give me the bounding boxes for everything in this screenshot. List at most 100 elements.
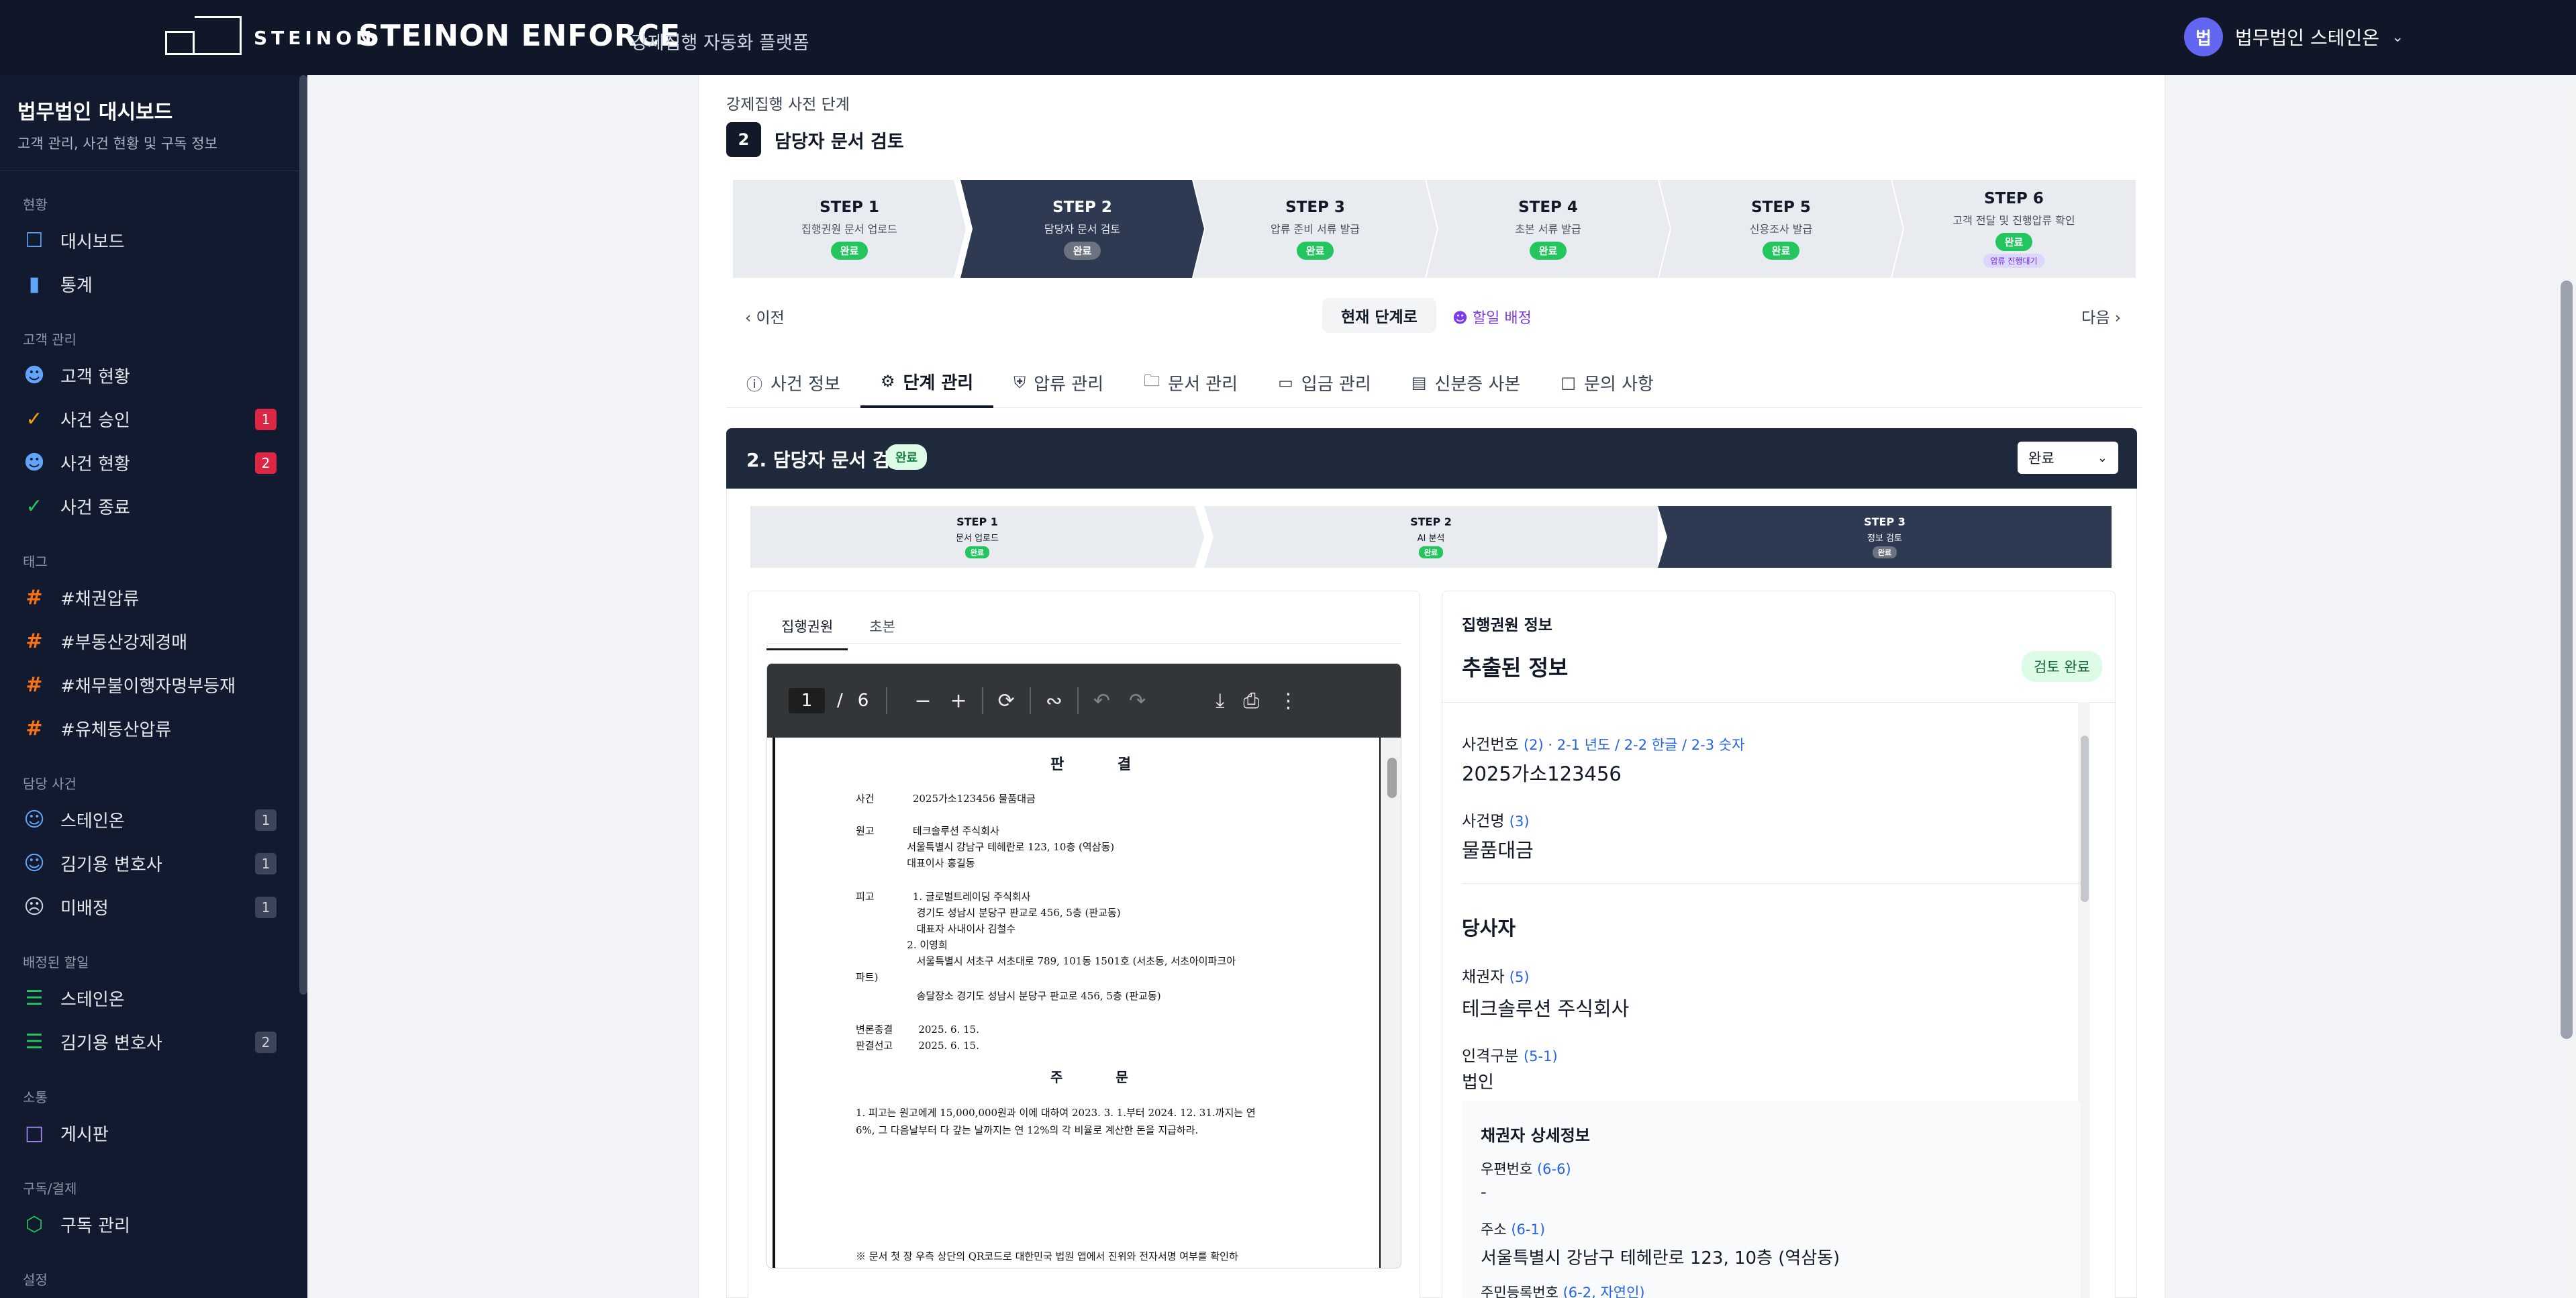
creditor-detail-title: 채권자 상세정보: [1481, 1126, 1590, 1145]
sidebar-item-label: 구독 관리: [60, 1216, 130, 1236]
sidebar-item[interactable]: ◉브랜딩: [0, 1294, 307, 1298]
users-icon: ☻: [1452, 310, 1473, 327]
sidebar-subtitle: 고객 관리, 사건 현황 및 구독 정보: [17, 136, 217, 152]
tab-gear[interactable]: ⚙ 단계 관리: [860, 357, 994, 408]
sidebar-item[interactable]: ⬡ 구독 관리: [0, 1203, 307, 1246]
substep-status-badge: 완료: [1418, 546, 1444, 558]
sidebar: 법무법인 대시보드 고객 관리, 사건 현황 및 구독 정보 현황 ☐ 대시보드 ▮ 통…: [0, 75, 307, 1298]
person-type-label: 인격구분 (5-1): [1462, 1048, 1558, 1065]
tab-label: 압류 관리: [1034, 374, 1104, 395]
current-step-button[interactable]: 현재 단계로: [1322, 298, 1436, 333]
sidebar-item[interactable]: ☰ 스테인온: [0, 977, 307, 1020]
tab-shield[interactable]: ⛨ 압류 관리: [993, 357, 1124, 408]
step-1[interactable]: STEP 1 집행권원 문서 업로드 완료: [733, 180, 966, 278]
tab-info[interactable]: ⓘ 사건 정보: [726, 357, 860, 408]
sidebar-item[interactable]: ☺ 스테인온 1: [0, 798, 307, 842]
redo-icon[interactable]: ↷: [1129, 689, 1146, 713]
review-done-badge: 검토 완료: [2022, 651, 2102, 682]
tab-message[interactable]: □ 문의 사항: [1540, 357, 1674, 408]
sidebar-item[interactable]: ☻ 사건 현황 2: [0, 441, 307, 485]
sidebar-item[interactable]: ☐ 대시보드: [0, 219, 307, 262]
pdf-scrollbar-track[interactable]: [1381, 738, 1401, 1268]
sidebar-item-label: 스테인온: [60, 990, 125, 1010]
pdf-page-total: 6: [857, 691, 869, 711]
sidebar-item[interactable]: ✓ 사건 승인 1: [0, 397, 307, 441]
chevron-left-icon: ‹: [745, 309, 756, 327]
toolbar-divider: [1077, 687, 1079, 714]
tab-file[interactable]: ▤ 신분증 사본: [1391, 357, 1541, 408]
prev-button[interactable]: ‹ 이전: [745, 305, 785, 328]
step-title: STEP 6: [1984, 190, 2044, 207]
zoom-out-icon[interactable]: −: [914, 689, 931, 713]
step-3[interactable]: STEP 3 압류 준비 서류 발급 완료: [1193, 180, 1437, 278]
info-title: 추출된 정보: [1462, 655, 1569, 681]
sidebar-item[interactable]: # #채무불이행자명부등재: [0, 663, 307, 707]
sidebar-item[interactable]: ☰ 김기용 변호사 2: [0, 1020, 307, 1064]
rotate-icon[interactable]: ⟳: [998, 689, 1015, 713]
sidebar-item-label: #채권압류: [60, 589, 140, 609]
case-no-value: 2025가소123456: [1462, 762, 1622, 785]
zoom-in-icon[interactable]: +: [950, 689, 967, 713]
folder-icon: 🗀: [1144, 370, 1160, 390]
person-type-value: 법인: [1462, 1072, 1494, 1093]
user-menu[interactable]: 법 법무법인 스테인온 ⌄: [2184, 17, 2404, 56]
step-6[interactable]: STEP 6 고객 전달 및 진행압류 확인 완료 압류 진행대기: [1892, 180, 2136, 278]
next-button[interactable]: 다음 ›: [2081, 305, 2121, 328]
assign-task-button[interactable]: ☻ 할일 배정: [1452, 306, 1532, 328]
hash-icon: #: [26, 673, 43, 697]
user-icon: ☺: [23, 852, 45, 875]
sidebar-section-label: 소통: [23, 1089, 48, 1105]
substep-2[interactable]: STEP 2 AI 분석 완료: [1204, 506, 1658, 568]
sidebar-item-label: #유체동산압류: [60, 720, 172, 740]
sidebar-item-label: 김기용 변호사: [60, 855, 162, 875]
sidebar-item[interactable]: ✓ 사건 종료: [0, 485, 307, 528]
sidebar-item[interactable]: ▮ 통계: [0, 262, 307, 306]
sidebar-section-label: 구독/결제: [23, 1181, 77, 1197]
doc-tab-title-deed[interactable]: 집행권원: [766, 611, 848, 650]
user-plus-icon: ☻: [23, 364, 45, 387]
download-icon[interactable]: ⤓: [1216, 689, 1224, 713]
brand-subtitle: 강제집행 자동화 플랫폼: [631, 33, 809, 54]
page-scrollbar-thumb[interactable]: [2561, 281, 2573, 1039]
count-badge: 1: [255, 853, 277, 875]
sidebar-item[interactable]: ☹ 미배정 1: [0, 885, 307, 929]
more-vertical-icon[interactable]: ⋮: [1278, 689, 1298, 713]
step-nav: ‹ 이전 현재 단계로 ☻ 할일 배정 다음 ›: [738, 298, 2128, 333]
clipboard-list-icon: ☰: [25, 987, 44, 1010]
substep-1[interactable]: STEP 1 문서 업로드 완료: [750, 506, 1204, 568]
sidebar-scrollbar[interactable]: [299, 75, 307, 995]
doc-text-line: 파트): [856, 971, 879, 983]
step-4[interactable]: STEP 4 초본 서류 발급 완료: [1426, 180, 1670, 278]
annotate-icon[interactable]: ∾: [1046, 689, 1062, 713]
stage-title: 2. 담당자 문서 검토: [746, 449, 907, 471]
doc-text-line: 피고 1. 글로벌트레이딩 주식회사: [856, 891, 1031, 903]
pdf-scrollbar-thumb[interactable]: [1387, 758, 1397, 798]
tab-folder[interactable]: 🗀 문서 관리: [1124, 357, 1258, 408]
step-5[interactable]: STEP 5 신용조사 발급 완료: [1659, 180, 1903, 278]
tab-label: 문의 사항: [1584, 374, 1654, 395]
sidebar-item[interactable]: # #부동산강제경매: [0, 619, 307, 663]
count-badge: 2: [255, 1032, 277, 1053]
step-title: STEP 2: [1052, 198, 1112, 216]
sidebar-item[interactable]: □ 게시판: [0, 1111, 307, 1155]
sidebar-item[interactable]: ☺ 김기용 변호사 1: [0, 842, 307, 885]
clipboard-list-icon: ☰: [25, 1030, 44, 1054]
doc-text-line: 사건 2025가소123456 물품대금: [856, 793, 1036, 805]
shield-icon: ⛨: [1013, 373, 1026, 392]
doc-tab-abstract[interactable]: 초본: [854, 611, 910, 650]
substep-subtitle: 정보 검토: [1867, 534, 1902, 544]
sidebar-item[interactable]: # #유체동산압류: [0, 707, 307, 750]
pdf-page-input[interactable]: 1: [789, 688, 825, 713]
stage-status-select[interactable]: 완료 ⌄: [2018, 442, 2118, 474]
sidebar-item[interactable]: # #채권압류: [0, 576, 307, 619]
substep-3[interactable]: STEP 3 정보 검토 완료: [1658, 506, 2112, 568]
address-label: 주소 (6-1): [1481, 1221, 1546, 1238]
case-no-label: 사건번호 (2) · 2-1 년도 / 2-2 한글 / 2-3 숫자: [1462, 736, 1745, 754]
step-2[interactable]: STEP 2 담당자 문서 검토 완료: [960, 180, 1204, 278]
print-icon[interactable]: ⎙: [1243, 689, 1259, 713]
tab-credit-card[interactable]: ▭ 입금 관리: [1258, 357, 1391, 408]
info-scrollbar-thumb[interactable]: [2081, 736, 2089, 902]
chevron-down-icon: ⌄: [2391, 28, 2404, 46]
sidebar-item[interactable]: ☻ 고객 현황: [0, 354, 307, 397]
undo-icon[interactable]: ↶: [1093, 689, 1110, 713]
